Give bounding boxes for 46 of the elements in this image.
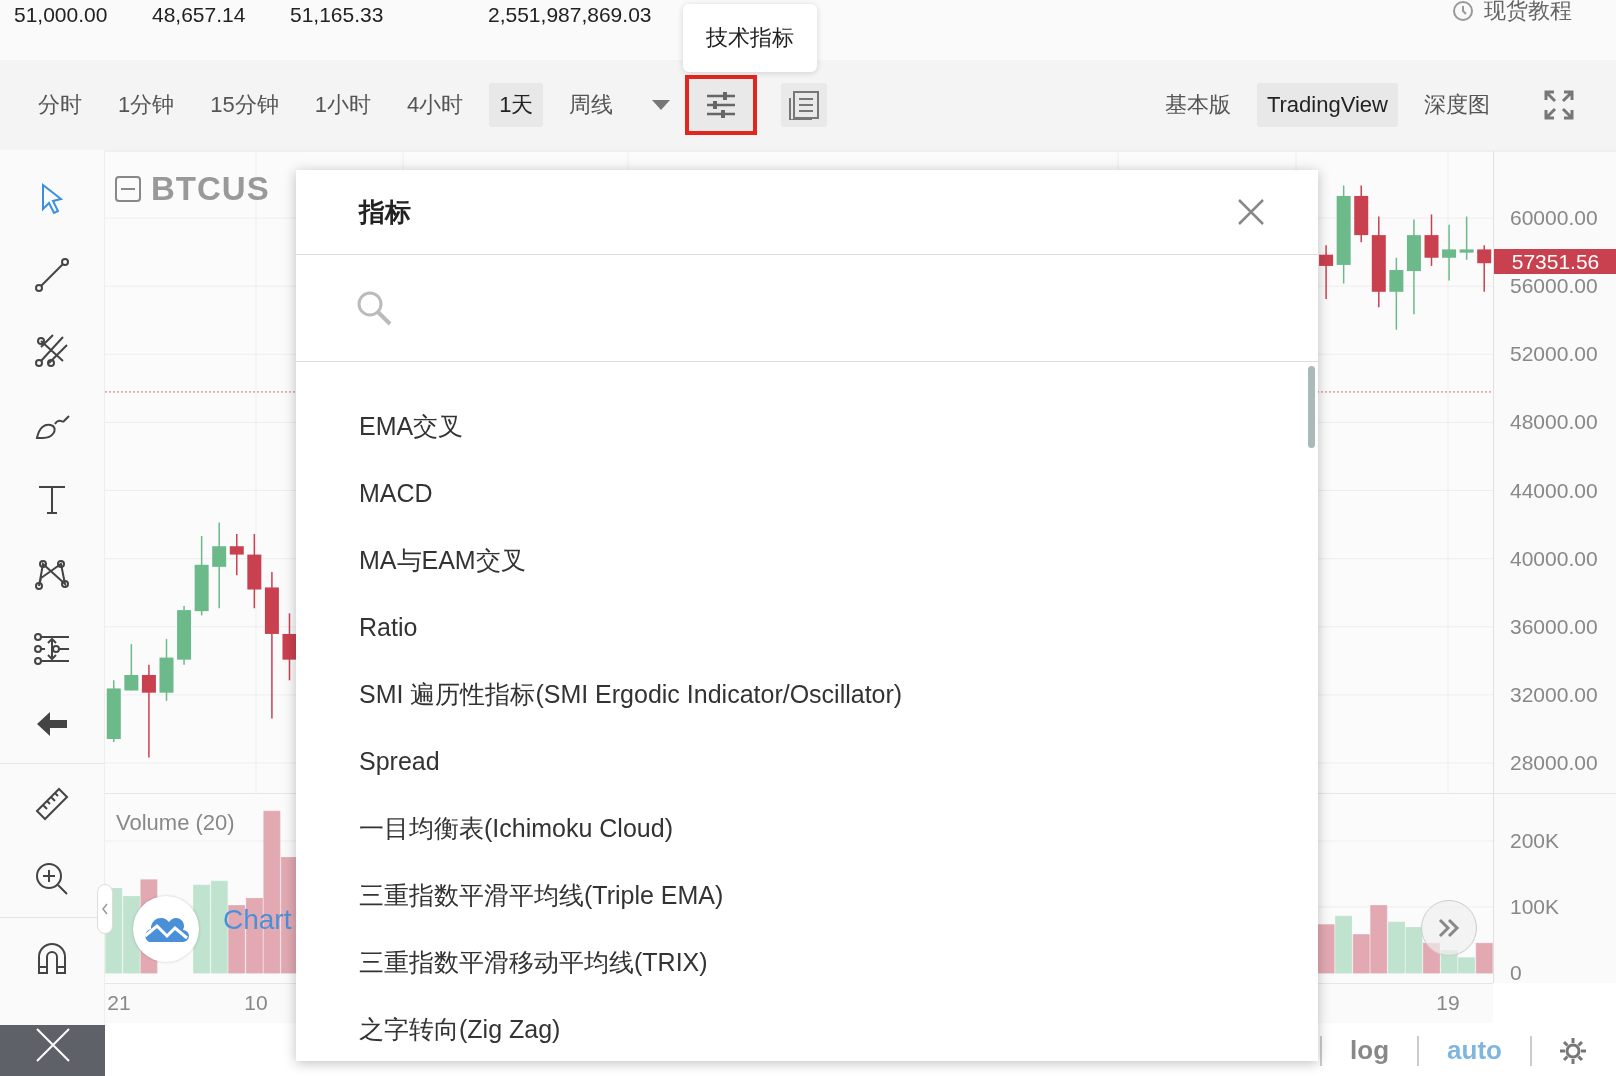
scale-toggle[interactable]: log: [1322, 1035, 1418, 1066]
price-tick: 44000.00: [1510, 479, 1598, 502]
stat-value: 51,165.33: [290, 2, 384, 28]
view-tab[interactable]: 深度图: [1414, 83, 1500, 127]
dialog-title: 指标: [359, 195, 412, 229]
view-tab[interactable]: 基本版: [1154, 83, 1241, 127]
price-tick: 48000.00: [1510, 411, 1598, 434]
volume-label: Volume (20): [116, 810, 235, 836]
interval-tab[interactable]: 1小时: [304, 83, 381, 127]
interval-tab[interactable]: 1天: [489, 83, 544, 127]
indicator-item[interactable]: Spread: [296, 727, 1318, 794]
price-tick: 56000.00: [1510, 275, 1598, 298]
interval-tab[interactable]: 4小时: [397, 83, 474, 127]
interval-tab[interactable]: 15分钟: [200, 83, 289, 127]
time-tick: 19: [1436, 992, 1460, 1014]
interval-tab[interactable]: 1分钟: [108, 83, 185, 127]
tutorial-link[interactable]: 现货教程: [1484, 0, 1572, 26]
indicator-item[interactable]: 三重指数平滑移动平均线(TRIX): [296, 928, 1318, 995]
stat-value: 2,551,987,869.03: [488, 2, 652, 28]
price-tick: 36000.00: [1510, 615, 1598, 638]
volume-tick: 100K: [1510, 895, 1560, 918]
tooltip: 技术指标: [683, 4, 817, 72]
view-tab[interactable]: TradingView: [1256, 83, 1398, 127]
indicator-item[interactable]: Ratio: [296, 593, 1318, 660]
volume-tick: 200K: [1510, 829, 1560, 852]
stat-value: 51,000.00: [14, 2, 108, 28]
indicator-item[interactable]: EMA交叉: [296, 392, 1318, 459]
price-tick: 60000.00: [1510, 207, 1598, 230]
indicator-item[interactable]: MA与EAM交叉: [296, 526, 1318, 593]
volume-tick: 0: [1510, 962, 1522, 984]
indicator-item[interactable]: SMI 遍历性指标(SMI Ergodic Indicator/Oscillator): [296, 660, 1318, 727]
indicator-item[interactable]: MACD: [296, 459, 1318, 526]
price-tick: 40000.00: [1510, 547, 1598, 570]
price-tick: 52000.00: [1510, 343, 1598, 366]
last-price-tag: 57351.56: [1494, 249, 1616, 274]
interval-tab[interactable]: 分时: [28, 83, 92, 127]
symbol-label: BTCUS: [151, 170, 270, 208]
time-tick: 10: [244, 992, 268, 1014]
price-tick: 28000.00: [1510, 752, 1598, 774]
indicator-item[interactable]: 之字转向(Zig Zag): [296, 995, 1318, 1061]
time-tick: 21: [107, 992, 131, 1014]
interval-tab[interactable]: 周线: [559, 83, 624, 127]
indicator-item[interactable]: 一目均衡表(Ichimoku Cloud): [296, 794, 1318, 861]
indicator-item[interactable]: 三重指数平滑平均线(Triple EMA): [296, 861, 1318, 928]
stat-value: 48,657.14: [152, 2, 246, 28]
price-tick: 32000.00: [1510, 683, 1598, 706]
